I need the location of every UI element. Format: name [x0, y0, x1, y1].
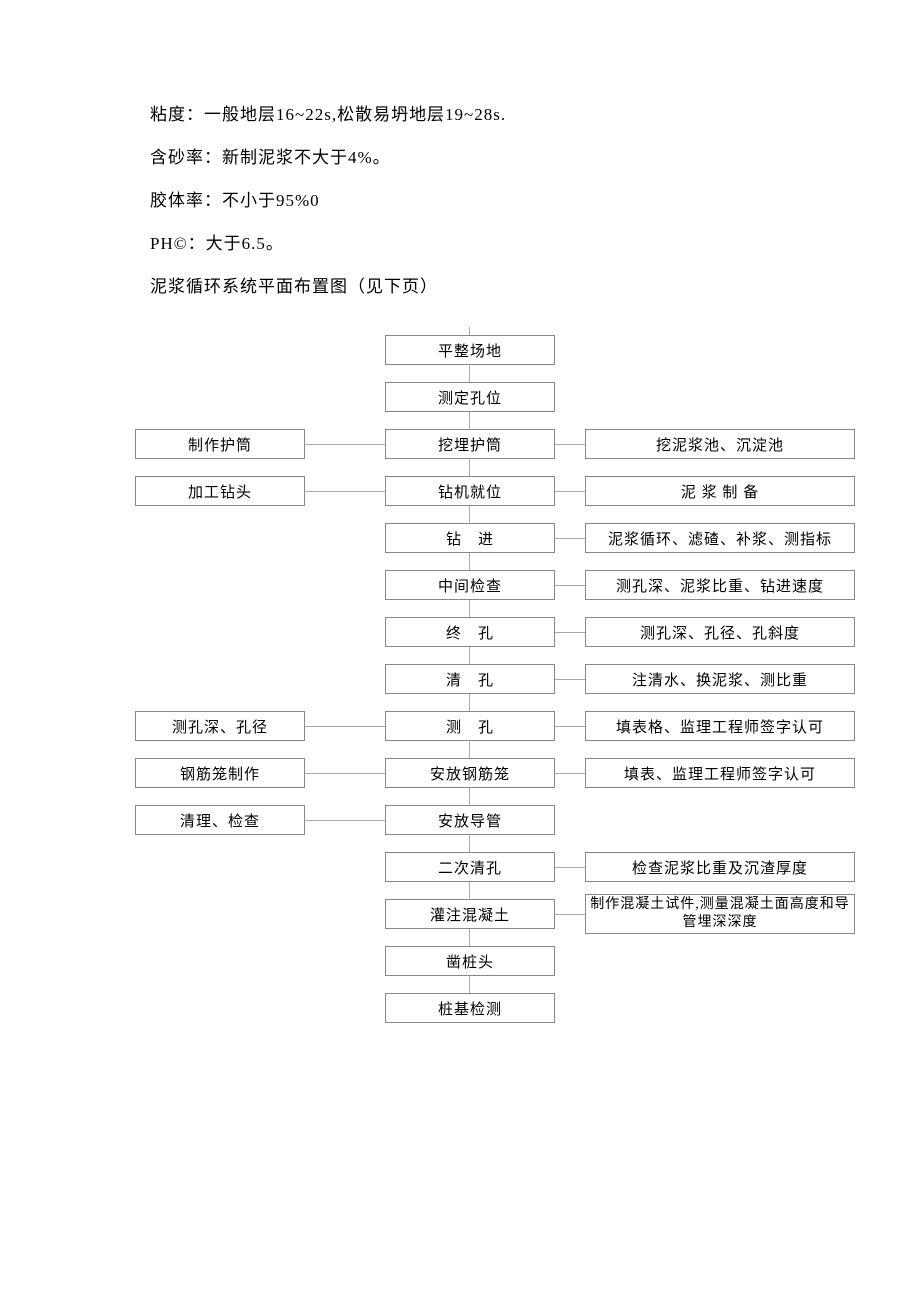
flow-box-center: 平整场地	[385, 335, 555, 365]
flow-box-center: 二次清孔	[385, 852, 555, 882]
connector-vertical	[469, 985, 470, 993]
flow-row: 测定孔位	[135, 374, 855, 421]
connector-horizontal	[555, 867, 585, 868]
connector-horizontal	[555, 585, 585, 586]
connector-horizontal	[305, 491, 385, 492]
flow-box-center: 终 孔	[385, 617, 555, 647]
flow-box-center: 中间检查	[385, 570, 555, 600]
flow-box-center: 凿桩头	[385, 946, 555, 976]
flow-row: 终 孔测孔深、孔径、孔斜度	[135, 609, 855, 656]
flow-box-center: 钻机就位	[385, 476, 555, 506]
flow-box-right: 泥 浆 制 备	[585, 476, 855, 506]
connector-horizontal	[305, 773, 385, 774]
parameters-text: 粘度：一般地层16~22s,松散易坍地层19~28s. 含砂率：新制泥浆不大于4…	[150, 100, 860, 297]
flow-row: 制作护筒 挖埋护筒挖泥浆池、沉淀池	[135, 421, 855, 468]
flow-box-right: 测孔深、泥浆比重、钻进速度	[585, 570, 855, 600]
text-line: PH©：大于6.5。	[150, 229, 860, 254]
flow-box-right: 填表格、监理工程师签字认可	[585, 711, 855, 741]
flow-row: 灌注混凝土制作混凝土试件,测量混凝土面高度和导管埋深深度	[135, 891, 855, 938]
flow-box-right: 注清水、换泥浆、测比重	[585, 664, 855, 694]
flow-box-left: 清理、检查	[135, 805, 305, 835]
flow-row: 钢筋笼制作 安放钢筋笼填表、监理工程师签字认可	[135, 750, 855, 797]
flow-box-center: 灌注混凝土	[385, 899, 555, 929]
text-line: 泥浆循环系统平面布置图（见下页）	[150, 272, 860, 297]
flow-box-left: 制作护筒	[135, 429, 305, 459]
connector-horizontal	[555, 726, 585, 727]
flow-row: 中间检查测孔深、泥浆比重、钻进速度	[135, 562, 855, 609]
flow-row: 测孔深、孔径 测 孔填表格、监理工程师签字认可	[135, 703, 855, 750]
connector-horizontal	[555, 491, 585, 492]
connector-horizontal	[555, 632, 585, 633]
flow-box-center: 测定孔位	[385, 382, 555, 412]
flow-box-left: 测孔深、孔径	[135, 711, 305, 741]
flow-row: 清理、检查 安放导管	[135, 797, 855, 844]
flow-box-center: 清 孔	[385, 664, 555, 694]
flow-box-center: 桩基检测	[385, 993, 555, 1023]
flow-box-center: 测 孔	[385, 711, 555, 741]
flow-box-right: 填表、监理工程师签字认可	[585, 758, 855, 788]
flow-box-right: 测孔深、孔径、孔斜度	[585, 617, 855, 647]
text-line: 粘度：一般地层16~22s,松散易坍地层19~28s.	[150, 100, 860, 125]
flow-box-right: 泥浆循环、滤碴、补浆、测指标	[585, 523, 855, 553]
flow-row: 钻 进泥浆循环、滤碴、补浆、测指标	[135, 515, 855, 562]
connector-horizontal	[305, 726, 385, 727]
flow-box-center: 钻 进	[385, 523, 555, 553]
flow-box-right: 检查泥浆比重及沉渣厚度	[585, 852, 855, 882]
flow-box-left: 钢筋笼制作	[135, 758, 305, 788]
connector-horizontal	[305, 444, 385, 445]
flow-row: 凿桩头	[135, 938, 855, 985]
flow-box-center: 挖埋护筒	[385, 429, 555, 459]
connector-horizontal	[555, 914, 585, 915]
connector-horizontal	[305, 820, 385, 821]
connector-horizontal	[555, 444, 585, 445]
flow-box-center: 安放导管	[385, 805, 555, 835]
connector-horizontal	[555, 679, 585, 680]
flow-row: 二次清孔检查泥浆比重及沉渣厚度	[135, 844, 855, 891]
flow-box-right: 挖泥浆池、沉淀池	[585, 429, 855, 459]
text-line: 胶体率：不小于95%0	[150, 186, 860, 211]
flowchart-diagram: 平整场地测定孔位制作护筒挖埋护筒挖泥浆池、沉淀池加工钻头钻机就位泥 浆 制 备钻…	[135, 327, 855, 1032]
connector-horizontal	[555, 538, 585, 539]
flow-box-center: 安放钢筋笼	[385, 758, 555, 788]
flow-row: 加工钻头 钻机就位泥 浆 制 备	[135, 468, 855, 515]
flow-row: 清 孔注清水、换泥浆、测比重	[135, 656, 855, 703]
flow-row: 平整场地	[135, 327, 855, 374]
text-line: 含砂率：新制泥浆不大于4%。	[150, 143, 860, 168]
connector-horizontal	[555, 773, 585, 774]
flow-row: 桩基检测	[135, 985, 855, 1032]
flow-box-right: 制作混凝土试件,测量混凝土面高度和导管埋深深度	[585, 894, 855, 934]
flow-box-left: 加工钻头	[135, 476, 305, 506]
